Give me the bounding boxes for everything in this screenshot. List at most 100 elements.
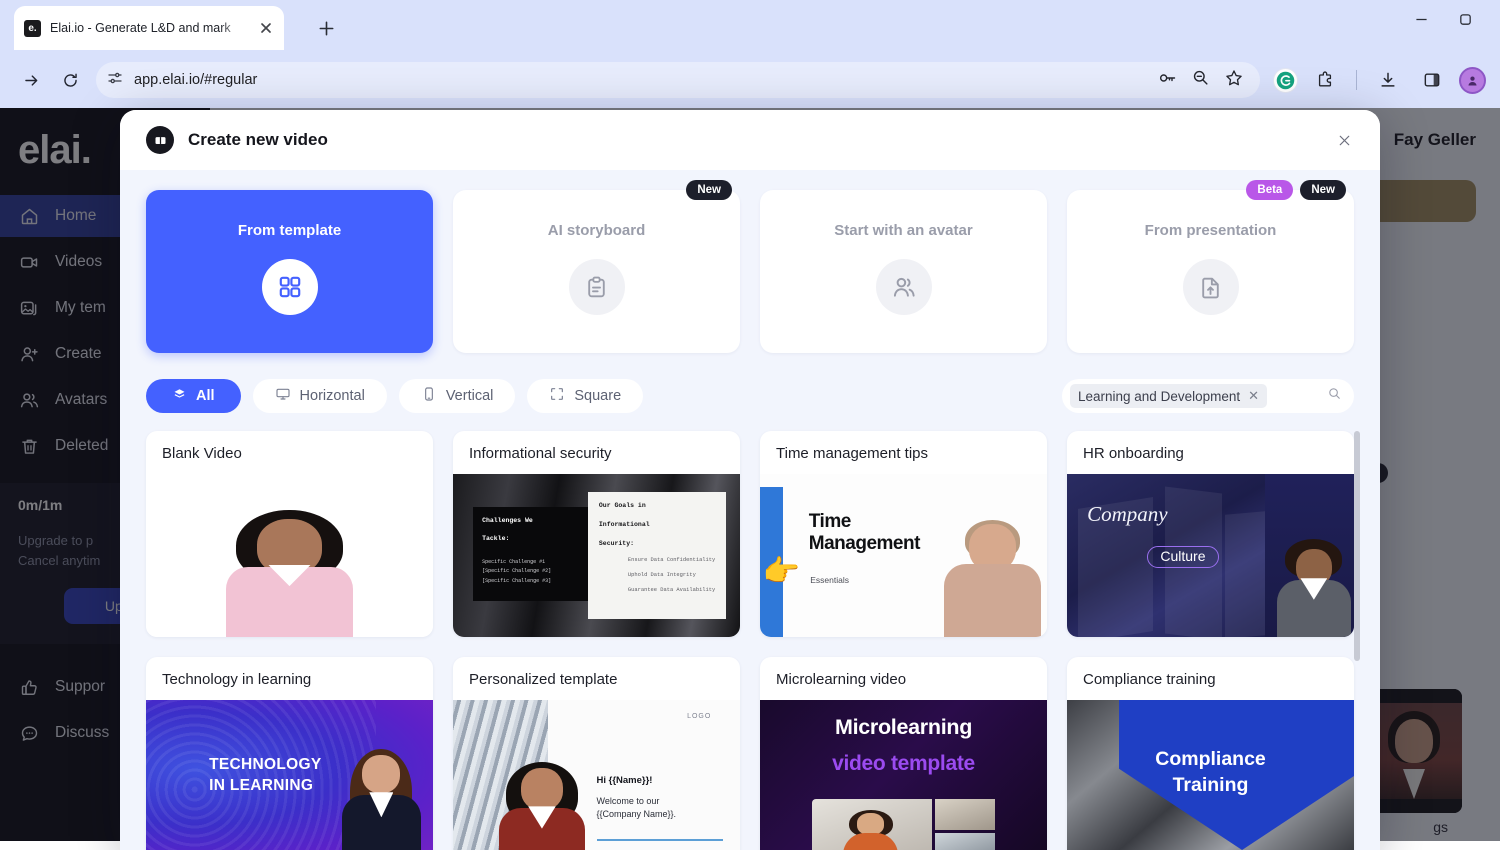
filter-chip-all[interactable]: All [146,379,241,413]
slide-left-heading-2: Tackle: [473,525,588,544]
grammarly-extension-icon[interactable] [1273,68,1298,93]
avatar-figure [499,762,585,850]
window-controls [1410,8,1490,30]
option-badges: New [686,180,732,200]
crop-square-icon [549,386,565,406]
slide-heading: Compliance Training [1155,747,1266,798]
create-new-video-modal: Create new video From template New [120,110,1380,850]
slide-greeting: Hi {{Name}}! [597,775,653,786]
filter-chip-label: All [196,388,215,404]
slide-left-panel: Challenges We Tackle: Specific Challenge… [473,507,588,602]
clipboard-icon [569,259,625,315]
side-panel-icon[interactable] [1415,63,1449,97]
option-label: From template [238,222,341,239]
zoom-icon[interactable] [1191,68,1210,92]
filter-chip-label: Square [574,388,621,404]
slide-video-tiles [812,799,996,850]
close-icon[interactable] [1330,126,1358,154]
template-title: HR onboarding [1067,431,1354,474]
new-tab-button[interactable] [310,12,342,44]
avatar-figure [226,510,352,637]
video-tile-side-2 [935,833,995,850]
slide-heading-line-2: IN LEARNING [209,776,321,796]
avatar-figure [338,749,424,850]
search-icon[interactable] [1327,386,1342,406]
password-key-icon[interactable] [1157,68,1177,93]
browser-toolbar: app.elai.io/#regular [0,52,1500,108]
slide-right-heading-3: Security: [588,530,726,549]
slide-right-heading-2: Informational [588,511,726,530]
avatar-figure [944,520,1042,637]
vertical-scrollbar[interactable] [1354,431,1360,850]
file-upload-icon [1183,259,1239,315]
option-badges: Beta New [1246,180,1346,200]
reload-icon[interactable] [53,63,87,97]
minimize-icon[interactable] [1410,8,1432,30]
scrollbar-thumb[interactable] [1354,431,1360,661]
slide-body-line-1: Welcome to our [597,795,677,808]
option-from-template[interactable]: From template [146,190,433,353]
template-grid: Blank Video Informational secu [146,431,1354,850]
phone-icon [421,386,437,406]
option-label: Start with an avatar [834,222,972,239]
toolbar-right [1273,63,1486,97]
close-small-icon[interactable]: ✕ [1248,388,1259,404]
template-thumbnail: TECHNOLOGY IN LEARNING [146,700,433,850]
template-card-technology-in-learning[interactable]: Technology in learning TECHNOLOGY IN LEA… [146,657,433,850]
filter-chip-square[interactable]: Square [527,379,643,413]
slide-left-items: Specific Challenge #1 [Specific Challeng… [473,558,588,586]
modal-body: From template New AI storyboard Start [120,170,1380,850]
template-thumbnail: Challenges We Tackle: Specific Challenge… [453,474,740,637]
slide-word-2: Culture [1147,546,1218,568]
slide-body: Welcome to our {{Company Name}}. [597,795,677,821]
extensions-icon[interactable] [1308,63,1342,97]
slide-subheading: Essentials [810,575,849,585]
template-thumbnail [146,474,433,637]
template-card-time-management-tips[interactable]: Time management tips Time Management Ess… [760,431,1047,637]
slide-body-line-2: {{Company Name}}. [597,808,677,821]
close-icon[interactable] [258,20,274,36]
search-input[interactable]: Learning and Development ✕ [1062,379,1354,413]
template-card-hr-onboarding[interactable]: HR onboarding Company Culture [1067,431,1354,637]
profile-avatar-icon[interactable] [1459,67,1486,94]
template-thumbnail: Company Culture [1067,474,1354,637]
template-card-personalized-template[interactable]: Personalized template LOGO Hi {{Name}}! … [453,657,740,850]
template-thumbnail: LOGO Hi {{Name}}! Welcome to our {{Compa… [453,700,740,850]
filter-chip-label: Vertical [446,388,494,404]
template-card-microlearning-video[interactable]: Microlearning video Microlearning video … [760,657,1047,850]
status-badge-new: New [1300,180,1346,200]
template-title: Technology in learning [146,657,433,700]
slide-left-item: Specific Challenge #1 [473,558,588,567]
modal-header: Create new video [120,110,1380,170]
template-title: Informational security [453,431,740,474]
filter-chip-vertical[interactable]: Vertical [399,379,516,413]
site-settings-icon[interactable] [106,69,124,92]
bookmark-star-icon[interactable] [1224,68,1244,93]
browser-tab[interactable]: e. Elai.io - Generate L&D and mark [14,6,284,50]
template-card-informational-security[interactable]: Informational security Challenges We Tac… [453,431,740,637]
template-card-compliance-training[interactable]: Compliance training Compliance Training [1067,657,1354,850]
address-bar[interactable]: app.elai.io/#regular [96,62,1260,98]
search-token[interactable]: Learning and Development ✕ [1070,384,1267,408]
option-label: From presentation [1145,222,1277,239]
tab-strip: e. Elai.io - Generate L&D and mark [0,0,1500,52]
video-tile-main [812,799,932,850]
forward-icon[interactable] [14,63,48,97]
tab-favicon: e. [24,20,41,37]
slide-word-1: Company [1087,502,1168,527]
option-start-with-avatar[interactable]: Start with an avatar [760,190,1047,353]
template-card-blank-video[interactable]: Blank Video [146,431,433,637]
slide-right-item: Ensure Data Confidentiality [588,556,726,564]
maximize-icon[interactable] [1454,8,1476,30]
avatar-figure [1277,539,1352,637]
slide-subheading: video template [832,752,975,776]
option-label: AI storyboard [548,222,646,239]
filter-chip-horizontal[interactable]: Horizontal [253,379,387,413]
video-badge-icon [146,126,174,154]
option-from-presentation[interactable]: Beta New From presentation [1067,190,1354,353]
template-grid-wrapper: Blank Video Informational secu [146,431,1354,850]
slide-heading-line-2: Training [1155,773,1266,798]
option-ai-storyboard[interactable]: New AI storyboard [453,190,740,353]
layers-icon [172,387,187,406]
download-icon[interactable] [1371,63,1405,97]
